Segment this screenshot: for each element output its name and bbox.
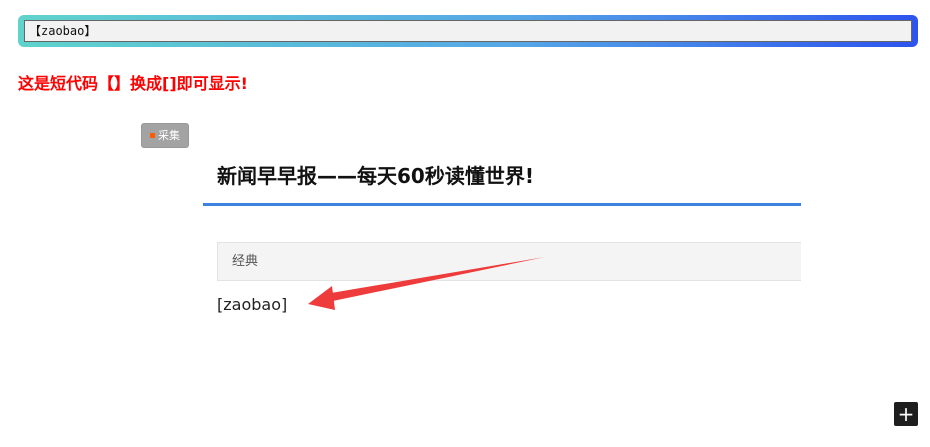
add-button[interactable]: + [894, 402, 918, 426]
title-divider [203, 203, 801, 206]
plus-icon: + [897, 402, 915, 426]
shortcode-text[interactable]: 【zaobao】 [24, 20, 912, 42]
arrow-annotation [308, 257, 545, 310]
category-label: 经典 [232, 254, 259, 269]
tag-label: 采集 [158, 129, 180, 142]
notice-text: 这是短代码【】换成[]即可显示! [18, 74, 248, 93]
arrow-head [308, 286, 335, 310]
shortcode-box: 【zaobao】 [18, 15, 918, 47]
shortcode-output: [zaobao] [217, 295, 288, 314]
arrow-shaft [325, 257, 545, 302]
tag-dot-icon [150, 132, 155, 138]
article-title: 新闻早早报——每天60秒读懂世界! [217, 164, 534, 188]
category-tag[interactable]: 采集 [141, 123, 189, 148]
